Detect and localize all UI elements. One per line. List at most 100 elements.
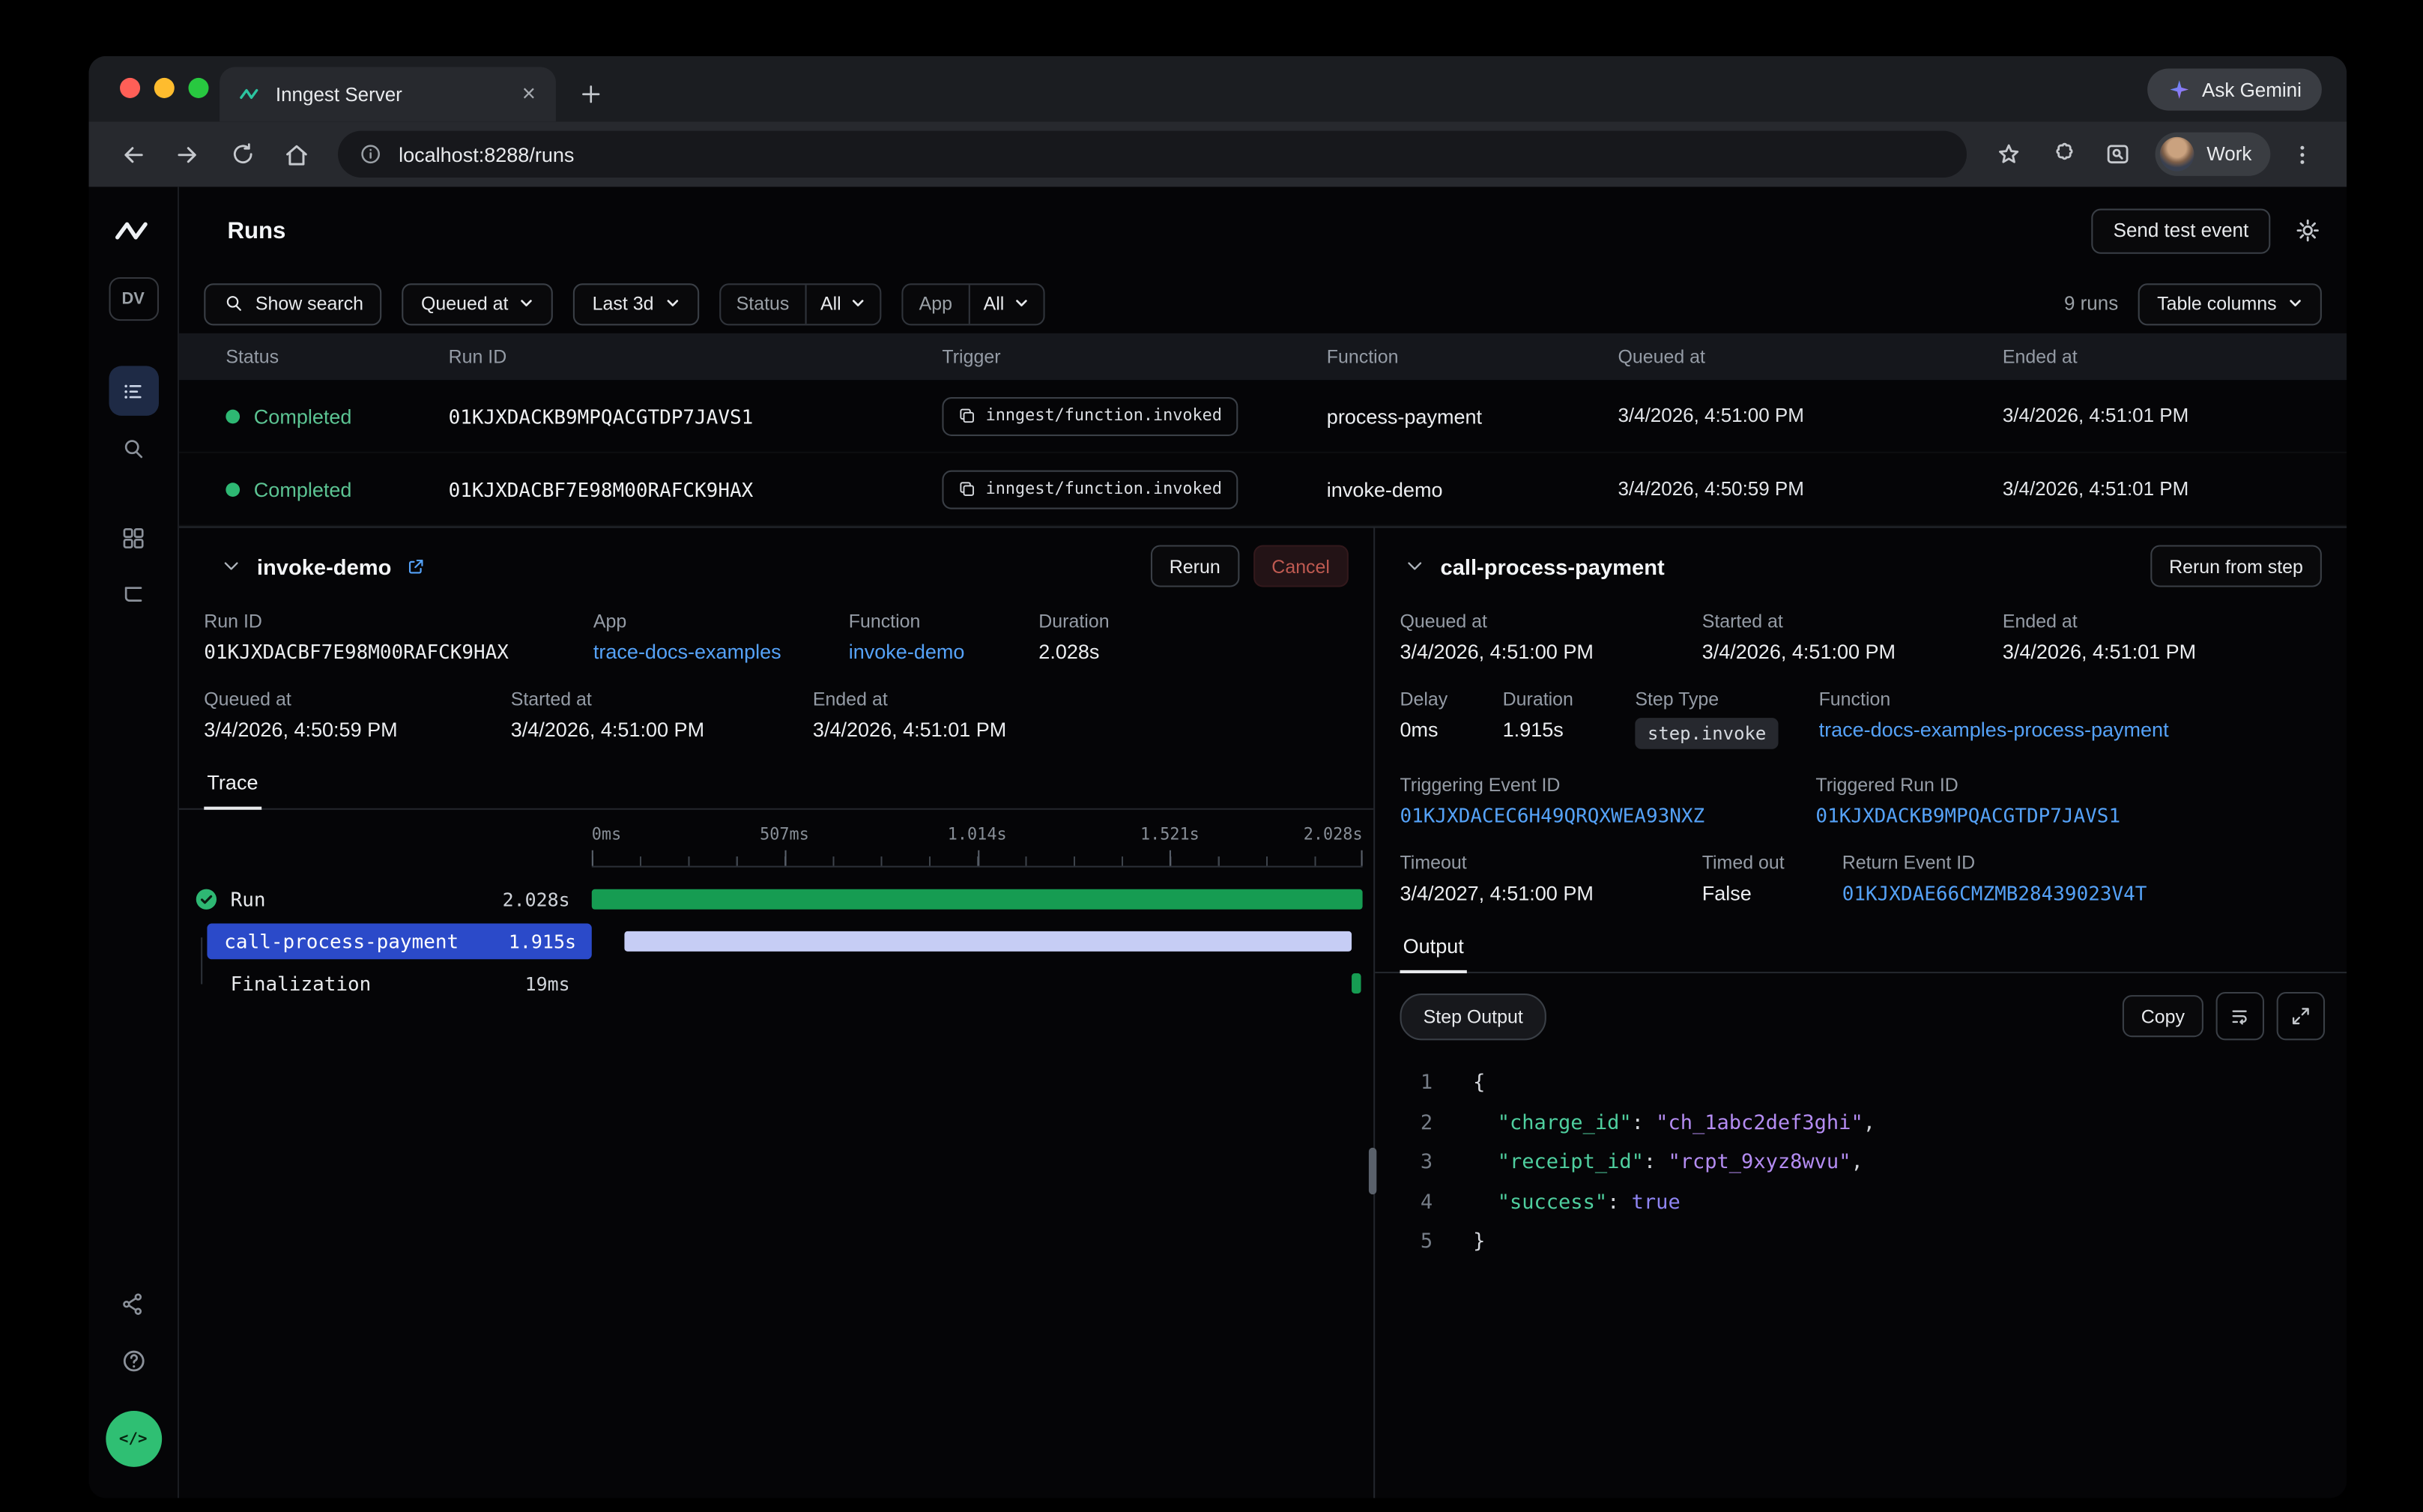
home-button[interactable] [271, 128, 323, 180]
table-row[interactable]: Completed 01KJXDACBF7E98M00RAFCK9HAX inn… [179, 453, 2347, 527]
triggering-event-id-link[interactable]: 01KJXDACEC6H49QRQXWEA93NXZ [1400, 803, 1815, 826]
search-icon [223, 293, 244, 315]
function-link[interactable]: invoke-demo [849, 640, 1039, 663]
step-output-toggle[interactable]: Step Output [1400, 993, 1546, 1039]
url-bar[interactable]: localhost:8288/runs [338, 131, 1967, 178]
trace-row-call-process-payment[interactable]: call-process-payment 1.915s [179, 920, 1373, 962]
app-link[interactable]: trace-docs-examples [593, 640, 849, 663]
send-test-event-button[interactable]: Send test event [2092, 208, 2271, 252]
selected-step-highlight[interactable]: call-process-payment 1.915s [207, 923, 591, 959]
site-info-icon [358, 142, 383, 166]
profile-label: Work [2206, 143, 2251, 165]
tick-label: 507ms [760, 826, 809, 844]
trace-bar-finalization[interactable] [1352, 973, 1361, 994]
column-ended-at: Ended at [2003, 345, 2347, 367]
column-trigger: Trigger [942, 345, 1326, 367]
sidebar-item-events[interactable] [108, 423, 158, 474]
browser-menu-button[interactable] [2277, 128, 2329, 180]
tab-output[interactable]: Output [1400, 927, 1466, 973]
ended-at: 3/4/2026, 4:51:01 PM [2003, 405, 2347, 426]
back-button[interactable] [107, 128, 159, 180]
trace-bar-step[interactable] [625, 931, 1351, 952]
status-filter[interactable]: Status All [719, 282, 882, 324]
step-output-code[interactable]: 1{ 2 "charge_id": "ch_1abc2def3ghi", 3 "… [1375, 1040, 2347, 1262]
profile-avatar [2160, 137, 2194, 172]
run-id: 01KJXDACKB9MPQACGTDP7JAVS1 [449, 404, 943, 427]
sidebar-item-functions[interactable] [108, 570, 158, 620]
status-filter-value: All [820, 293, 841, 315]
field-triggering-event-id: Triggering Event ID 01KJXDACEC6H49QRQXWE… [1400, 774, 1815, 827]
settings-button[interactable] [2284, 207, 2331, 253]
function-link[interactable]: trace-docs-examples-process-payment [1819, 718, 2169, 741]
app-filter-value: All [984, 293, 1005, 315]
copy-button[interactable]: Copy [2123, 995, 2203, 1037]
extensions-button[interactable] [2037, 128, 2089, 180]
trigger-badge[interactable]: inngest/function.invoked [942, 396, 1237, 435]
external-link-icon[interactable] [405, 555, 427, 577]
chevron-down-icon [665, 296, 680, 312]
environment-badge[interactable]: DV [108, 277, 158, 321]
sidebar-help-button[interactable] [108, 1336, 158, 1386]
field-queued-at: Queued at 3/4/2026, 4:50:59 PM [204, 689, 510, 742]
event-search-icon [120, 435, 146, 462]
field-timeout: Timeout 3/4/2027, 4:51:00 PM [1400, 852, 1701, 905]
trace-timeline-ruler: 0ms 507ms 1.014s 1.521s 2.028s [179, 823, 1373, 867]
field-run-id: Run ID 01KJXDACBF7E98M00RAFCK9HAX [204, 611, 593, 664]
trace-bar-run[interactable] [592, 889, 1363, 910]
side-panel-button[interactable] [2091, 128, 2143, 180]
column-run-id: Run ID [449, 345, 943, 367]
minimize-window-button[interactable] [154, 78, 175, 98]
tick-label: 0ms [592, 826, 621, 844]
close-window-button[interactable] [120, 78, 140, 98]
time-range-dropdown[interactable]: Last 3d [574, 282, 699, 324]
trigger-badge[interactable]: inngest/function.invoked [942, 470, 1237, 509]
expand-output-button[interactable] [2277, 992, 2325, 1040]
show-search-button[interactable]: Show search [204, 282, 382, 324]
sidebar-share-button[interactable] [108, 1278, 158, 1328]
return-event-id-link[interactable]: 01KJXDAE66CMZMB28439023V4T [1842, 881, 2147, 904]
queued-at-dropdown[interactable]: Queued at [402, 282, 554, 324]
reload-button[interactable] [217, 128, 268, 180]
trace-row-run[interactable]: Run 2.028s [179, 878, 1373, 920]
url-text: localhost:8288/runs [399, 142, 1958, 166]
triggered-run-id-link[interactable]: 01KJXDACKB9MPQACGTDP7JAVS1 [1815, 803, 2120, 826]
tab-trace[interactable]: Trace [204, 763, 261, 809]
field-ended-at: Ended at 3/4/2026, 4:51:01 PM [813, 689, 1006, 742]
browser-tab-inngest-server[interactable]: Inngest Server × [220, 67, 556, 121]
gear-icon [2293, 217, 2321, 244]
tick-label: 2.028s [1304, 826, 1363, 844]
sidebar-item-runs[interactable] [108, 366, 158, 416]
trace-row-finalization[interactable]: Finalization 19ms [179, 962, 1373, 1004]
field-step-type: Step Type step.invoke [1635, 689, 1818, 749]
main-content: Runs Send test event Show search Queued … [179, 187, 2347, 1498]
tab-close-icon[interactable]: × [518, 81, 541, 107]
field-ended-at: Ended at 3/4/2026, 4:51:01 PM [2003, 611, 2196, 664]
star-icon [1994, 140, 2022, 168]
table-columns-dropdown[interactable]: Table columns [2138, 282, 2322, 324]
panel-resize-handle[interactable] [1369, 1148, 1376, 1194]
field-started-at: Started at 3/4/2026, 4:51:00 PM [1702, 611, 2003, 664]
collapse-chevron-icon[interactable] [220, 554, 243, 578]
rerun-from-step-button[interactable]: Rerun from step [2150, 545, 2322, 587]
field-function: Function trace-docs-examples-process-pay… [1819, 689, 2169, 749]
queued-at: 3/4/2026, 4:51:00 PM [1618, 405, 2002, 426]
field-duration: Duration 1.915s [1503, 689, 1636, 749]
ask-gemini-button[interactable]: Ask Gemini [2147, 68, 2322, 110]
forward-icon [173, 139, 202, 169]
wrap-lines-button[interactable] [2216, 992, 2264, 1040]
sidebar-item-apps[interactable] [108, 512, 158, 563]
bookmark-button[interactable] [1982, 128, 2034, 180]
new-tab-button[interactable] [569, 72, 612, 115]
cancel-button[interactable]: Cancel [1253, 545, 1349, 587]
desktop: Inngest Server × Ask Gemini [0, 0, 2423, 1512]
search-tabs-icon [2103, 140, 2131, 168]
rerun-button[interactable]: Rerun [1151, 545, 1239, 587]
app-filter[interactable]: App All [902, 282, 1045, 324]
zoom-window-button[interactable] [188, 78, 208, 98]
browser-profile-button[interactable]: Work [2156, 133, 2271, 176]
dev-tools-button[interactable]: </> [105, 1411, 161, 1467]
table-row[interactable]: Completed 01KJXDACKB9MPQACGTDP7JAVS1 inn… [179, 380, 2347, 453]
collapse-chevron-icon[interactable] [1403, 554, 1427, 578]
forward-button[interactable] [162, 128, 214, 180]
inngest-logo [112, 211, 154, 252]
